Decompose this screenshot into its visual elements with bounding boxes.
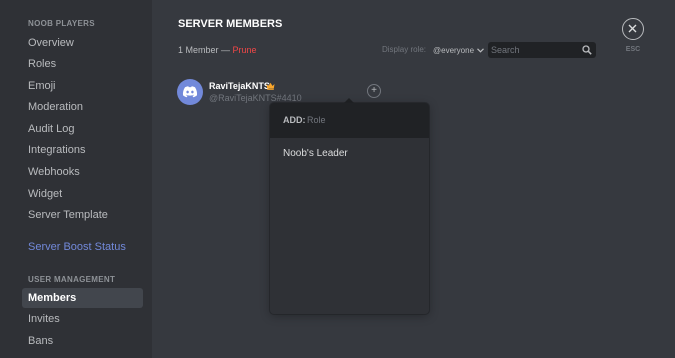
display-role-value: @everyone [433, 45, 475, 55]
sidebar-header-user-management: USER MANAGEMENT [28, 275, 116, 284]
member-tag: @RaviTejaKNTS#4410 [209, 93, 302, 103]
page-title: SERVER MEMBERS [178, 18, 283, 30]
sidebar-item-audit-log[interactable]: Audit Log [22, 119, 143, 139]
search-box[interactable] [488, 42, 596, 58]
sidebar-item-server-template[interactable]: Server Template [22, 205, 143, 225]
member-count: 1 Member — Prune [178, 45, 257, 55]
sidebar-item-integrations[interactable]: Integrations [22, 140, 143, 160]
sidebar-item-invites[interactable]: Invites [22, 309, 143, 329]
add-role-popout: ADD: Role Noob's Leader [270, 103, 429, 314]
search-icon [582, 45, 592, 55]
add-role-button[interactable]: + [367, 84, 381, 98]
member-count-text: 1 Member — [178, 45, 231, 55]
sidebar-item-roles[interactable]: Roles [22, 54, 143, 74]
discord-logo-icon [182, 86, 198, 98]
sidebar-item-emoji[interactable]: Emoji [22, 76, 143, 96]
sidebar-header-server: NOOB PLAYERS [28, 19, 95, 28]
sidebar-item-moderation[interactable]: Moderation [22, 97, 143, 117]
sidebar-item-webhooks[interactable]: Webhooks [22, 162, 143, 182]
sidebar-item-bans[interactable]: Bans [22, 331, 143, 351]
display-role-label: Display role: [382, 45, 427, 54]
search-input[interactable] [491, 42, 579, 58]
avatar[interactable] [177, 79, 203, 105]
sidebar-item-members[interactable]: Members [22, 288, 143, 308]
add-prefix-label: ADD: [283, 115, 306, 125]
crown-icon [266, 82, 275, 90]
close-button[interactable] [622, 18, 644, 40]
close-icon [628, 24, 637, 33]
sidebar-item-overview[interactable]: Overview [22, 33, 143, 53]
role-search-placeholder: Role [307, 115, 326, 125]
display-role-dropdown[interactable]: @everyone [433, 43, 484, 57]
role-option-noobs-leader[interactable]: Noob's Leader [270, 143, 429, 165]
role-search-input[interactable]: ADD: Role [270, 103, 429, 138]
settings-sidebar: NOOB PLAYERS Overview Roles Emoji Modera… [0, 0, 152, 358]
chevron-down-icon [477, 47, 484, 53]
prune-link[interactable]: Prune [233, 45, 257, 55]
esc-label: ESC [625, 46, 641, 53]
sidebar-item-widget[interactable]: Widget [22, 184, 143, 204]
member-name[interactable]: RaviTejaKNTS [209, 81, 270, 91]
sidebar-item-server-boost-status[interactable]: Server Boost Status [22, 237, 143, 257]
